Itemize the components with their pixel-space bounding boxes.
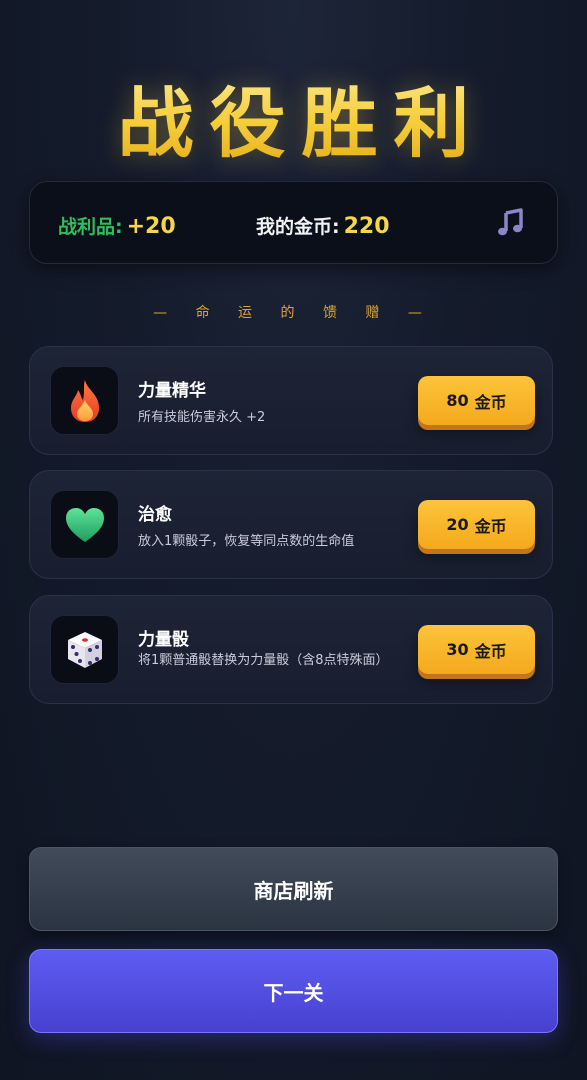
price-value: 30 <box>446 640 469 659</box>
price-value: 80 <box>446 391 469 410</box>
price-value: 20 <box>446 515 469 534</box>
buy-button[interactable]: 30 金币 <box>418 625 535 674</box>
fire-icon <box>50 366 119 435</box>
item-name: 治愈 <box>138 505 172 525</box>
shop-item-card: 治愈 放入1颗骰子，恢复等同点数的生命值 20 金币 <box>29 470 553 579</box>
loot-label: 战利品: <box>58 216 123 238</box>
currency-label: 金币 <box>474 516 507 536</box>
loot-stat: 战利品: +20 <box>58 212 176 239</box>
buy-button[interactable]: 80 金币 <box>418 376 535 425</box>
shop-refresh-button[interactable]: 商店刷新 <box>29 847 558 931</box>
shop-item-card: 力量骰 将1颗普通骰替换为力量骰（含8点特殊面） 30 金币 <box>29 595 553 704</box>
currency-label: 金币 <box>474 641 507 661</box>
item-name: 力量精华 <box>138 381 206 401</box>
shop-item-card: 力量精华 所有技能伤害永久 +2 80 金币 <box>29 346 553 455</box>
green-heart-icon <box>50 490 119 559</box>
currency-label: 金币 <box>474 392 507 412</box>
coins-stat: 我的金币: 220 <box>256 212 390 239</box>
buy-button[interactable]: 20 金币 <box>418 500 535 549</box>
coins-label: 我的金币: <box>256 216 340 238</box>
next-level-button[interactable]: 下一关 <box>29 949 558 1033</box>
page-title: 战役胜利 <box>0 62 587 172</box>
item-name: 力量骰 <box>138 630 189 650</box>
stats-bar: 战利品: +20 我的金币: 220 <box>29 181 558 264</box>
dice-icon <box>50 615 119 684</box>
music-note-icon[interactable] <box>493 206 527 240</box>
item-description: 所有技能伤害永久 +2 <box>138 410 266 425</box>
loot-value: +20 <box>126 214 176 239</box>
coins-value: 220 <box>343 214 390 239</box>
item-description: 将1颗普通骰替换为力量骰（含8点特殊面） <box>138 653 389 668</box>
item-description: 放入1颗骰子，恢复等同点数的生命值 <box>138 534 355 549</box>
section-title: — 命 运 的 馈 赠 — <box>153 305 434 321</box>
